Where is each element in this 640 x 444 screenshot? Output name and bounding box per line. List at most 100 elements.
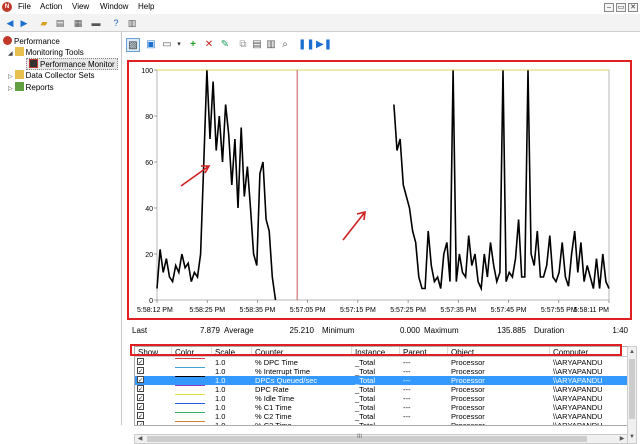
chevron-down-icon[interactable]: ▾	[172, 38, 186, 52]
object-cell: Processor	[451, 403, 485, 412]
perfmon-toolbar: ▧ ▣ ▭ ▾ + ✕ ✎ ⧉ ▤ ▥ ⌕ ❚❚ ▶❚	[124, 34, 640, 56]
show-hide-tree-icon[interactable]: ▤	[54, 17, 66, 29]
properties-icon[interactable]: ▦	[72, 17, 84, 29]
counter-cell: DPC Rate	[255, 385, 289, 394]
copy-properties-icon[interactable]: ⧉	[236, 38, 250, 52]
update-data-icon[interactable]: ▶❚	[316, 38, 332, 52]
scale-cell: 1.0	[215, 385, 226, 394]
performance-line-chart: 0 20 40 60 80 100 5:58:12 PM 5:58:25 PM 5:58:35 …	[137, 68, 610, 314]
highlight-icon[interactable]: ✎	[218, 38, 232, 52]
tree-item-reports[interactable]: ▷ Reports	[8, 82, 54, 92]
x-tick-label: 5:57:15 PM	[340, 307, 376, 314]
freeze-display-icon[interactable]: ❚❚	[298, 38, 315, 52]
table-row[interactable]: ✓ 1.0 % Interrupt Time _Total --- Processor \\…	[135, 367, 627, 376]
x-tick-label: 5:58:35 PM	[240, 307, 276, 314]
table-row[interactable]: ✓ 1.0 % C1 Time _Total --- Processor \\ARYAPAN…	[135, 403, 627, 412]
scroll-left-icon[interactable]: ◀	[136, 435, 144, 443]
color-swatch	[175, 385, 205, 386]
instance-cell: _Total	[355, 394, 376, 403]
performance-icon	[3, 36, 12, 45]
parent-cell: ---	[403, 367, 411, 376]
zoom-icon[interactable]: ⌕	[278, 38, 292, 52]
tree-item-performance[interactable]: Performance	[3, 36, 60, 46]
instance-cell: _Total	[355, 403, 376, 412]
menu-view[interactable]: View	[72, 2, 89, 11]
menu-file[interactable]: File	[18, 2, 31, 11]
properties-icon[interactable]: ▥	[264, 38, 278, 52]
table-row[interactable]: ✓ 1.0 DPCs Queued/sec _Total --- Processor \\A…	[135, 376, 627, 385]
collapsed-arrow-icon[interactable]: ▷	[8, 86, 13, 92]
menu-bar: N File Action View Window Help – ▭ ✕	[0, 0, 640, 14]
collapsed-arrow-icon[interactable]: ▷	[8, 74, 13, 80]
color-swatch	[175, 421, 205, 422]
instance-cell: _Total	[355, 385, 376, 394]
counter-cell: % C2 Time	[255, 412, 292, 421]
show-checkbox[interactable]: ✓	[137, 358, 144, 366]
duration-label: Duration	[534, 326, 565, 335]
counter-legend-table: Show Color Scale Counter Instance Parent…	[134, 346, 628, 426]
computer-cell: \\ARYAPANDU	[553, 358, 603, 367]
show-checkbox[interactable]: ✓	[137, 367, 144, 375]
object-cell: Processor	[451, 394, 485, 403]
table-row[interactable]: ✓ 1.0 % Idle Time _Total --- Processor \\ARYAP…	[135, 394, 627, 403]
counter-cell: DPCs Queued/sec	[255, 376, 318, 385]
menu-window[interactable]: Window	[100, 2, 128, 11]
back-icon[interactable]: ◀	[4, 17, 16, 29]
show-checkbox[interactable]: ✓	[137, 421, 144, 425]
scroll-right-icon[interactable]: ▶	[618, 435, 626, 443]
computer-cell: \\ARYAPANDU	[553, 403, 603, 412]
table-row[interactable]: ✓ 1.0 % DPC Time _Total --- Processor \\ARYAPA…	[135, 358, 627, 367]
x-tick-label: 5:57:35 PM	[440, 307, 476, 314]
menu-help[interactable]: Help	[138, 2, 154, 11]
computer-cell: \\ARYAPANDU	[553, 421, 603, 426]
restore-button[interactable]: ▭	[616, 3, 626, 12]
object-cell: Processor	[451, 367, 485, 376]
object-cell: Processor	[451, 421, 485, 426]
table-row[interactable]: ✓ 1.0 % C3 Time _Total --- Processor \\ARYAPAN…	[135, 421, 627, 426]
close-button[interactable]: ✕	[628, 3, 638, 12]
show-checkbox[interactable]: ✓	[137, 385, 144, 393]
horizontal-scrollbar[interactable]: ◀ III ▶	[134, 434, 628, 444]
parent-cell: ---	[403, 403, 411, 412]
folder-icon	[14, 47, 24, 56]
minimize-button[interactable]: –	[604, 3, 614, 12]
computer-cell: \\ARYAPANDU	[553, 394, 603, 403]
view-current-activity-icon[interactable]: ▧	[126, 38, 140, 52]
table-row[interactable]: ✓ 1.0 DPC Rate _Total --- Processor \\ARYAPAND…	[135, 385, 627, 394]
table-row[interactable]: ✓ 1.0 % C2 Time _Total --- Processor \\ARYAPAN…	[135, 412, 627, 421]
tree-item-performance-monitor[interactable]: Performance Monitor	[26, 58, 118, 70]
selected-row-highlight-box	[130, 344, 622, 356]
vertical-scrollbar[interactable]: ▲ ▼	[627, 346, 637, 444]
delete-counter-icon[interactable]: ✕	[202, 38, 216, 52]
print-icon[interactable]: ▬	[90, 17, 102, 29]
scroll-up-icon[interactable]: ▲	[628, 348, 636, 356]
show-checkbox[interactable]: ✓	[137, 412, 144, 420]
horizontal-scroll-thumb[interactable]: III	[147, 434, 587, 442]
scroll-down-icon[interactable]: ▼	[628, 433, 636, 441]
expanded-arrow-icon[interactable]: ◢	[8, 51, 13, 57]
up-folder-icon[interactable]: ▰	[38, 17, 50, 29]
add-counter-icon[interactable]: +	[186, 38, 200, 52]
graph-area: 0 20 40 60 80 100 5:58:12 PM 5:58:25 PM 5:58:35 …	[127, 60, 632, 320]
x-tick-label: 5:57:45 PM	[491, 307, 527, 314]
computer-cell: \\ARYAPANDU	[553, 385, 603, 394]
vertical-scroll-thumb[interactable]	[629, 359, 635, 419]
view-log-data-icon[interactable]: ▣	[144, 38, 158, 52]
help-icon[interactable]: ?	[110, 17, 122, 29]
show-checkbox[interactable]: ✓	[137, 394, 144, 402]
minimum-value: 0.000	[399, 326, 420, 335]
tree-item-monitoring-tools[interactable]: ◢ Monitoring Tools	[8, 47, 84, 57]
forward-icon[interactable]: ▶	[18, 17, 30, 29]
instance-cell: _Total	[355, 412, 376, 421]
show-checkbox[interactable]: ✓	[137, 403, 144, 411]
menu-action[interactable]: Action	[40, 2, 62, 11]
computer-cell: \\ARYAPANDU	[553, 367, 603, 376]
paste-counter-list-icon[interactable]: ▤	[250, 38, 264, 52]
instance-cell: _Total	[355, 421, 376, 426]
tree-item-data-collector-sets[interactable]: ▷ Data Collector Sets	[8, 70, 95, 80]
show-checkbox[interactable]: ✓	[137, 376, 144, 384]
scale-cell: 1.0	[215, 394, 226, 403]
instance-cell: _Total	[355, 367, 376, 376]
show-pane-icon[interactable]: ▥	[126, 17, 138, 29]
app-icon[interactable]: N	[2, 2, 12, 12]
